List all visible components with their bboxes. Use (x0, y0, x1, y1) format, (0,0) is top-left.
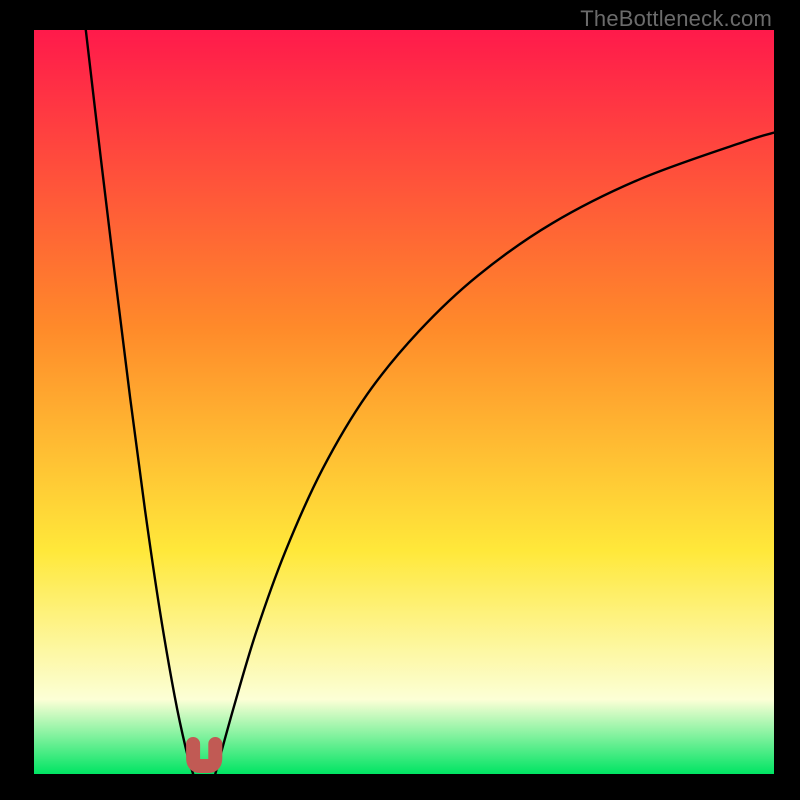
chart-svg (34, 30, 774, 774)
gradient-background (34, 30, 774, 774)
watermark-label: TheBottleneck.com (580, 6, 772, 32)
chart-frame: TheBottleneck.com (0, 0, 800, 800)
plot-area (34, 30, 774, 774)
